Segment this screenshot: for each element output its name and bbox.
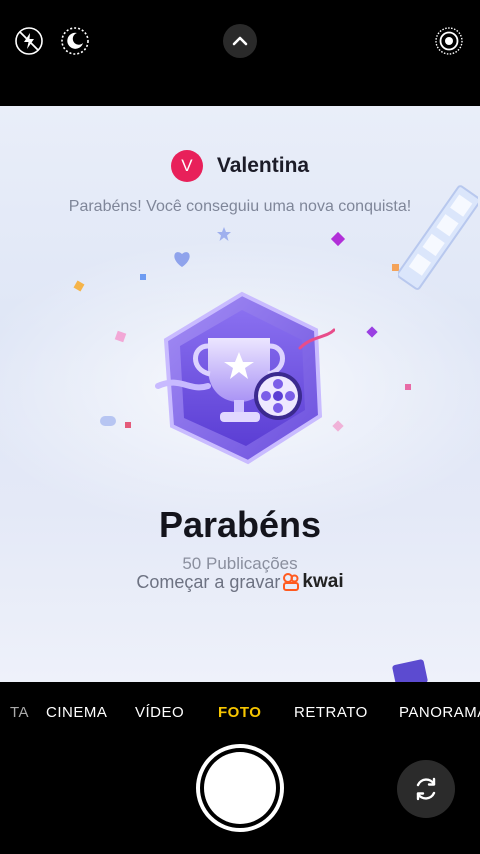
live-photo-icon[interactable]: [432, 24, 466, 58]
confetti-piece: [405, 384, 411, 390]
camera-bottom-controls: [0, 742, 480, 854]
film-clapper-icon: [390, 656, 430, 682]
mode-panorama[interactable]: PANORAMA: [399, 704, 480, 721]
mode-cinema[interactable]: CINEMA: [46, 704, 107, 721]
mode-portrait[interactable]: RETRATO: [294, 704, 368, 721]
chevron-up-icon[interactable]: [223, 24, 257, 58]
mode-video[interactable]: VÍDEO: [135, 704, 184, 721]
avatar: V: [170, 150, 203, 182]
kwai-logo-icon: [283, 573, 300, 591]
mode-photo[interactable]: FOTO: [218, 704, 261, 721]
camera-mode-selector: TA CINEMA VÍDEO FOTO RETRATO PANORAMA: [0, 682, 480, 742]
kwai-brand-text: kwai: [302, 571, 344, 592]
night-mode-icon[interactable]: [58, 24, 92, 58]
camera-viewfinder[interactable]: V Valentina Parabéns! Você conseguiu uma…: [0, 106, 480, 682]
camera-top-bar: [0, 0, 480, 106]
user-row: V Valentina: [0, 150, 480, 182]
kwai-logo: kwai: [282, 571, 344, 593]
confetti-star-icon: [216, 226, 232, 247]
achievement-title: Parabéns: [158, 504, 322, 545]
mode-time-lapse[interactable]: TA: [10, 704, 29, 721]
flip-camera-icon[interactable]: [397, 760, 455, 818]
user-name: Valentina: [216, 154, 310, 177]
achievement-badge-icon: [150, 286, 336, 471]
confetti-piece: [125, 422, 131, 428]
shutter-button[interactable]: [196, 744, 284, 832]
confetti-heart-icon: [172, 250, 192, 273]
confetti-piece: [140, 274, 146, 280]
confetti-piece: [100, 416, 116, 426]
record-cta-row: Começar a gravar kwai: [0, 571, 480, 593]
flash-off-icon[interactable]: [12, 24, 46, 58]
record-cta-text: Começar a gravar: [136, 571, 281, 592]
film-strip-icon: [396, 182, 480, 297]
shutter-inner[interactable]: [204, 752, 276, 824]
